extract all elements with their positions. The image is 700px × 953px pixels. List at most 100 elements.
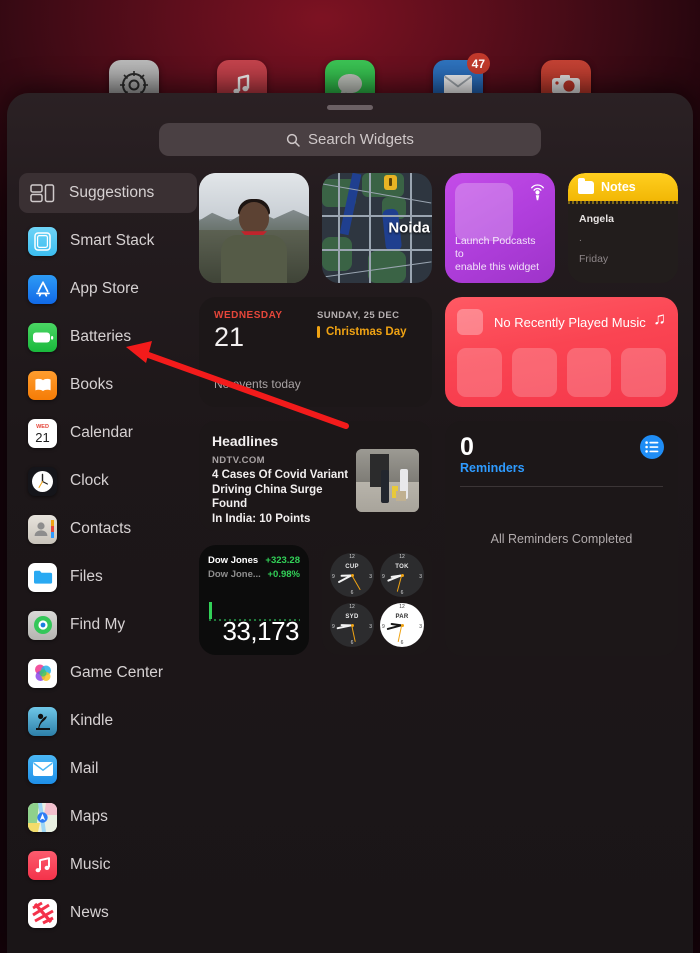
calendar-upcoming-date: SUNDAY, 25 DEC xyxy=(317,310,407,321)
clock-minute-hand xyxy=(337,624,352,629)
sidebar-item-clock[interactable]: Clock xyxy=(19,461,197,501)
sidebar-item-suggestions[interactable]: Suggestions xyxy=(19,173,197,213)
sidebar-label-news: News xyxy=(70,904,109,922)
search-input-placeholder: Search Widgets xyxy=(308,131,414,148)
sidebar-item-music[interactable]: Music xyxy=(19,845,197,885)
news-thumb-box xyxy=(396,491,406,501)
widget-row-1: Noida Launch Podcasts to enable this wid… xyxy=(199,173,681,283)
reminders-widget-preview[interactable]: 0 Reminders All Reminders Completed xyxy=(445,421,678,656)
music-tile[interactable] xyxy=(457,348,502,397)
photos-widget-preview[interactable] xyxy=(199,173,309,283)
clock-center-pin xyxy=(401,624,404,627)
find-my-icon xyxy=(28,611,57,640)
clock-num-9: 9 xyxy=(332,624,335,630)
contacts-icon xyxy=(28,515,57,544)
music-note-icon: ♫ xyxy=(653,309,666,329)
sidebar-item-game-center[interactable]: Game Center xyxy=(19,653,197,693)
clock-num-12: 12 xyxy=(399,604,405,610)
kindle-icon xyxy=(28,707,57,736)
sidebar-item-mail[interactable]: Mail xyxy=(19,749,197,789)
sidebar-label-suggestions: Suggestions xyxy=(69,184,154,202)
sidebar-item-files[interactable]: Files xyxy=(19,557,197,597)
files-icon xyxy=(28,563,57,592)
sidebar-label-calendar: Calendar xyxy=(70,424,133,442)
sidebar-item-smart-stack[interactable]: Smart Stack xyxy=(19,221,197,261)
music-widget-preview[interactable]: No Recently Played Music ♫ xyxy=(445,297,678,407)
search-widgets-field[interactable]: Search Widgets xyxy=(159,123,541,156)
news-thumb-person-dark xyxy=(381,470,389,503)
photo-person-body xyxy=(221,235,287,283)
clock-num-12: 12 xyxy=(399,554,405,560)
clock-num-12: 12 xyxy=(349,604,355,610)
sidebar-label-mail: Mail xyxy=(70,760,98,778)
sheet-drag-handle[interactable] xyxy=(327,105,373,110)
sidebar-item-news[interactable]: News xyxy=(19,893,197,933)
sidebar-label-files: Files xyxy=(70,568,103,586)
podcasts-widget-preview[interactable]: Launch Podcasts to enable this widget xyxy=(445,173,555,283)
clock-num-3: 3 xyxy=(419,574,422,580)
sidebar-item-find-my[interactable]: Find My xyxy=(19,605,197,645)
notes-item-name: Angela xyxy=(579,213,667,225)
music-tile[interactable] xyxy=(512,348,557,397)
calendar-widget-preview[interactable]: WEDNESDAY 21 SUNDAY, 25 DEC Christmas Da… xyxy=(199,297,432,407)
sidebar-item-calendar[interactable]: WED 21 Calendar xyxy=(19,413,197,453)
sidebar-item-books[interactable]: Books xyxy=(19,365,197,405)
photo-person-head xyxy=(239,202,269,234)
clock-num-3: 3 xyxy=(369,574,372,580)
clock-widget-preview[interactable]: CUP 12 3 6 9 TOK xyxy=(322,545,432,655)
clock-num-3: 3 xyxy=(369,624,372,630)
sidebar-item-contacts[interactable]: Contacts xyxy=(19,509,197,549)
notes-item-day: Friday xyxy=(579,253,667,265)
clock-num-6: 6 xyxy=(351,590,354,596)
music-icon xyxy=(28,851,57,880)
clock-face-cupertino: CUP 12 3 6 9 xyxy=(330,553,374,597)
music-header: No Recently Played Music xyxy=(457,309,666,335)
batteries-icon xyxy=(28,323,57,352)
podcasts-message-line1: Launch Podcasts to xyxy=(455,235,547,261)
clock-face-paris: PAR 12 3 6 9 xyxy=(380,603,424,647)
list-bullet-icon[interactable] xyxy=(640,435,664,459)
clock-label: SYD xyxy=(345,614,358,620)
clock-label: PAR xyxy=(395,614,408,620)
clock-label: TOK xyxy=(395,564,408,570)
widget-gallery-sheet: Search Widgets Suggestions Smart Stack xyxy=(7,93,693,953)
stocks-name-truncated: Dow Jone... xyxy=(208,569,261,580)
clock-num-9: 9 xyxy=(382,624,385,630)
music-tile[interactable] xyxy=(621,348,666,397)
notes-widget-preview[interactable]: Notes Angela . Friday xyxy=(568,173,678,283)
clock-second-hand xyxy=(351,575,361,590)
map-pin-icon xyxy=(384,175,397,190)
notes-folder-header: Notes xyxy=(568,173,678,201)
music-status-text: No Recently Played Music xyxy=(494,315,646,330)
reminders-count: 0 xyxy=(460,434,663,460)
clock-num-6: 6 xyxy=(401,590,404,596)
stocks-value: 33,173 xyxy=(222,616,299,647)
stocks-widget-preview[interactable]: Dow Jones +323.28 Dow Jone... +0.98% 33,… xyxy=(199,545,309,655)
sidebar-item-batteries[interactable]: Batteries xyxy=(19,317,197,357)
sidebar-label-kindle: Kindle xyxy=(70,712,113,730)
clock-label: CUP xyxy=(345,564,359,570)
small-widget-row: Dow Jones +323.28 Dow Jone... +0.98% 33,… xyxy=(199,545,432,655)
news-icon xyxy=(28,899,57,928)
calendar-event-row: Christmas Day xyxy=(317,326,407,338)
clock-center-pin xyxy=(351,624,354,627)
maps-widget-preview[interactable]: Noida xyxy=(322,173,432,283)
sidebar-item-kindle[interactable]: Kindle xyxy=(19,701,197,741)
news-headline-line2: Driving China Surge Found xyxy=(212,483,354,512)
news-thumbnail xyxy=(356,449,419,512)
map-city-label: Noida xyxy=(388,220,430,237)
news-headline: 4 Cases Of Covid Variant Driving China S… xyxy=(212,468,354,526)
music-tile[interactable] xyxy=(567,348,612,397)
clock-num-6: 6 xyxy=(351,640,354,646)
sidebar-item-app-store[interactable]: App Store xyxy=(19,269,197,309)
sidebar-item-maps[interactable]: Maps xyxy=(19,797,197,837)
widget-row-2: WEDNESDAY 21 SUNDAY, 25 DEC Christmas Da… xyxy=(199,297,681,407)
clock-face-tokyo: TOK 12 3 6 9 xyxy=(380,553,424,597)
stocks-percent: +0.98% xyxy=(268,569,301,580)
sidebar-label-find-my: Find My xyxy=(70,616,125,634)
maps-icon xyxy=(28,803,57,832)
news-widget-preview[interactable]: Headlines NDTV.COM 4 Cases Of Covid Vari… xyxy=(199,421,432,531)
sidebar-label-contacts: Contacts xyxy=(70,520,131,538)
news-headline-line1: 4 Cases Of Covid Variant xyxy=(212,468,354,483)
calendar-event-color-bar xyxy=(317,326,320,338)
